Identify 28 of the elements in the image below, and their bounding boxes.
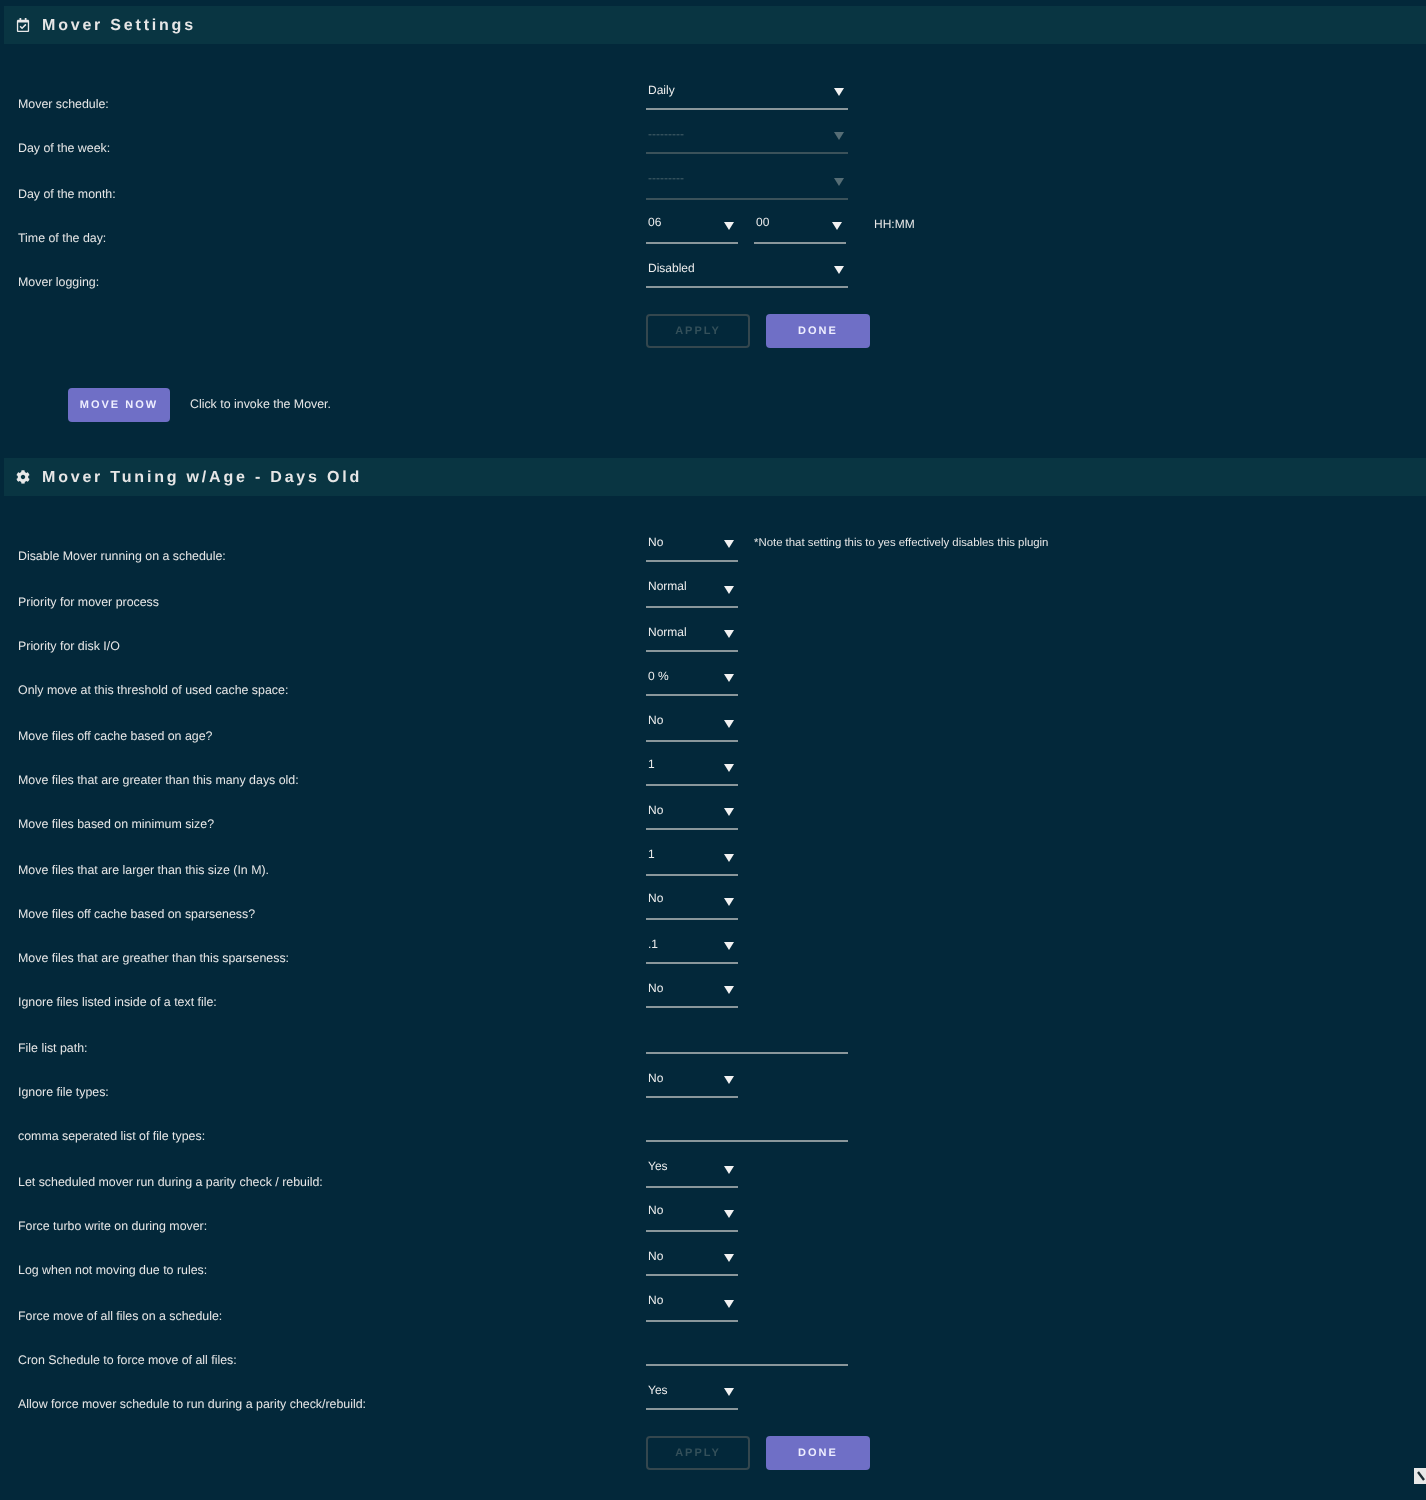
caret-down-icon (724, 1299, 734, 1308)
caret-down-icon (834, 132, 844, 141)
caret-down-icon (724, 1209, 734, 1218)
caret-down-icon (724, 986, 734, 995)
section-title: Mover Settings (42, 13, 196, 37)
caret-down-icon (724, 942, 734, 951)
caret-down-icon (724, 719, 734, 728)
caret-down-icon (724, 1076, 734, 1085)
caret-down-icon (724, 853, 734, 862)
caret-down-icon (724, 221, 734, 230)
caret-down-icon (834, 88, 844, 96)
caret-down-icon (724, 585, 734, 594)
section-title: Mover Tuning w/Age - Days Old (42, 465, 363, 490)
calendar-icon (16, 18, 30, 32)
caret-down-icon (724, 763, 734, 772)
caret-down-icon (724, 808, 734, 817)
caret-down-icon (724, 540, 734, 549)
caret-down-icon (724, 630, 734, 639)
caret-down-icon (724, 1388, 734, 1397)
caret-down-icon (834, 177, 844, 186)
caret-down-icon (832, 221, 842, 230)
caret-down-icon (834, 266, 844, 275)
settings-icon (16, 470, 30, 485)
corner-tab-icon (1414, 1468, 1426, 1484)
caret-down-icon (724, 674, 734, 683)
caret-down-icon (724, 897, 734, 906)
caret-down-icon (724, 1165, 734, 1174)
caret-down-icon (724, 1254, 734, 1263)
